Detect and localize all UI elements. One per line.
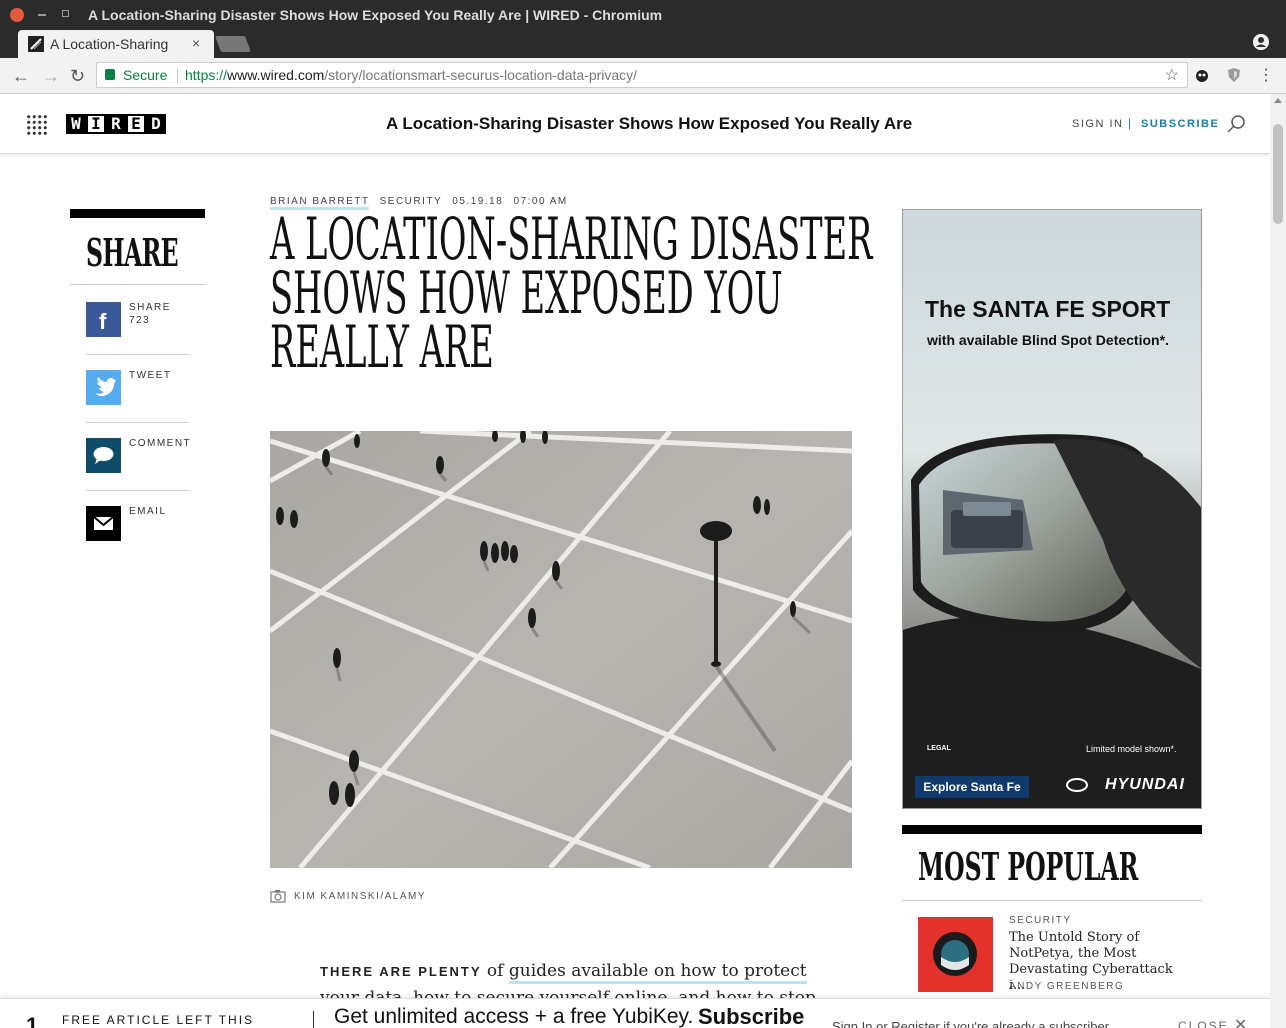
article-headline: A LOCATION-SHARING DISASTER SHOWS HOW EX… [270, 205, 873, 381]
share-title: SHARE [86, 230, 179, 275]
close-icon[interactable]: ✕ [1234, 1015, 1247, 1028]
svg-text:f: f [99, 309, 107, 334]
ad-brand: HYUNDAI [1105, 776, 1185, 793]
popular-category[interactable]: SECURITY [1009, 915, 1072, 926]
omnibox-separator [177, 67, 178, 83]
close-window-button[interactable] [10, 8, 24, 22]
share-item-divider [86, 490, 189, 491]
share-divider [70, 284, 205, 285]
headline-line: SHOWS HOW EXPOSED YOU [270, 259, 783, 327]
back-button[interactable]: ← [12, 66, 30, 87]
logo-letter: I [86, 114, 106, 134]
tab-strip: A Location-Sharing × [0, 30, 1286, 58]
free-article-text: FREE ARTICLE LEFT THIS [62, 1013, 255, 1027]
wired-favicon-icon [28, 36, 44, 52]
lock-icon [105, 69, 115, 80]
share-item-label: COMMENT [129, 438, 192, 449]
share-item-label: EMAIL [129, 506, 167, 517]
paywall-close-button[interactable]: CLOSE [1178, 1019, 1229, 1028]
popular-thumbnail[interactable] [918, 917, 993, 992]
shield-icon[interactable] [1226, 67, 1242, 83]
hero-image [268, 428, 854, 871]
minimize-window-button[interactable] [38, 14, 46, 16]
share-item-divider [86, 422, 189, 423]
search-icon[interactable] [1226, 114, 1246, 134]
address-bar[interactable]: Secure https://www.wired.com/story/locat… [96, 62, 1188, 88]
profile-icon[interactable] [1253, 34, 1269, 50]
headline-line: A LOCATION-SHARING DISASTER [270, 205, 873, 273]
chrome-menu-icon[interactable]: ⋮ [1258, 65, 1274, 84]
extension-icon[interactable] [1194, 67, 1210, 83]
paywall-bar: 1 FREE ARTICLE LEFT THIS Get unlimited a… [0, 998, 1270, 1028]
facebook-icon: f [86, 302, 121, 337]
url-scheme: https:// [185, 67, 228, 83]
secure-label: Secure [123, 67, 168, 83]
url-host: www.wired.com [227, 67, 325, 83]
free-article-count: 1 [26, 1013, 39, 1028]
paywall-separator [313, 1011, 314, 1028]
window-title: A Location-Sharing Disaster Shows How Ex… [88, 7, 663, 23]
share-item-label: SHARE [129, 302, 171, 313]
photo-credit: KIM KAMINSKI/ALAMY [294, 891, 427, 902]
logo-letter: R [106, 114, 126, 134]
logo-letter: E [126, 114, 146, 134]
ad-cta-button[interactable]: Explore Santa Fe [915, 776, 1029, 798]
twitter-icon [86, 370, 121, 405]
paywall-offer: Get unlimited access + a free YubiKey. [334, 1005, 694, 1028]
forward-button[interactable]: → [42, 66, 60, 87]
ad-subhead: with available Blind Spot Detection*. [927, 332, 1169, 348]
header-separator: | [1128, 116, 1132, 130]
share-top-bar [70, 209, 205, 218]
logo-letter: W [66, 114, 86, 134]
scroll-up-arrow-icon[interactable] [1274, 98, 1282, 103]
most-popular-divider [902, 900, 1202, 901]
tab-label: A Location-Sharing [50, 36, 169, 52]
lede-lead-in: THERE ARE PLENTY [320, 964, 482, 979]
logo-letter: D [146, 114, 166, 134]
ad-headline: The SANTA FE SPORT [925, 296, 1171, 322]
camera-icon [270, 889, 286, 903]
page-scrollbar[interactable] [1270, 94, 1286, 1028]
hyundai-advertisement[interactable]: The SANTA FE SPORT with available Blind … [902, 209, 1202, 809]
scrollbar-thumb[interactable] [1273, 124, 1283, 224]
lede-link[interactable]: guides available on how to protect [508, 961, 807, 984]
bookmark-star-icon[interactable]: ☆ [1165, 65, 1179, 85]
reload-button[interactable]: ↻ [70, 66, 85, 87]
comment-icon [86, 438, 121, 473]
site-header: W I R E D A Location-Sharing Disaster Sh… [0, 94, 1270, 154]
most-popular-title: MOST POPULAR [918, 844, 1139, 889]
browser-toolbar: ← → ↻ Secure https://www.wired.com/story… [0, 58, 1286, 94]
sign-in-link[interactable]: SIGN IN [1072, 118, 1123, 130]
maximize-window-button[interactable] [62, 10, 69, 17]
tab-active[interactable]: A Location-Sharing × [18, 30, 214, 58]
popular-author[interactable]: ANDY GREENBERG [1009, 981, 1124, 992]
email-icon [86, 506, 121, 541]
share-count: 723 [129, 315, 151, 326]
url-path: /story/locationsmart-securus-location-da… [324, 67, 638, 83]
url-text: https://www.wired.com/story/locationsmar… [185, 67, 637, 83]
window-titlebar: A Location-Sharing Disaster Shows How Ex… [0, 0, 1286, 30]
menu-grid-icon[interactable] [26, 114, 48, 136]
header-article-title: A Location-Sharing Disaster Shows How Ex… [386, 114, 913, 133]
subscribe-link[interactable]: SUBSCRIBE [1141, 118, 1219, 130]
lede-text: of [481, 961, 509, 981]
ad-legal-link[interactable]: LEGAL [927, 745, 951, 752]
wired-logo[interactable]: W I R E D [66, 114, 166, 134]
headline-line: REALLY ARE [270, 313, 494, 381]
share-item-label: TWEET [129, 370, 172, 381]
tab-close-icon[interactable]: × [192, 35, 200, 51]
share-item-divider [86, 354, 189, 355]
paywall-subscribe-link[interactable]: Subscribe [698, 1004, 804, 1028]
paywall-signin-text[interactable]: Sign In or Register if you're already a … [832, 1019, 1112, 1028]
new-tab-button[interactable] [215, 36, 251, 52]
ad-disclaimer: Limited model shown*. [1086, 744, 1177, 754]
hyundai-logo-icon [1066, 778, 1088, 792]
page-viewport: W I R E D A Location-Sharing Disaster Sh… [0, 94, 1270, 1028]
most-popular-top-bar [902, 825, 1202, 834]
